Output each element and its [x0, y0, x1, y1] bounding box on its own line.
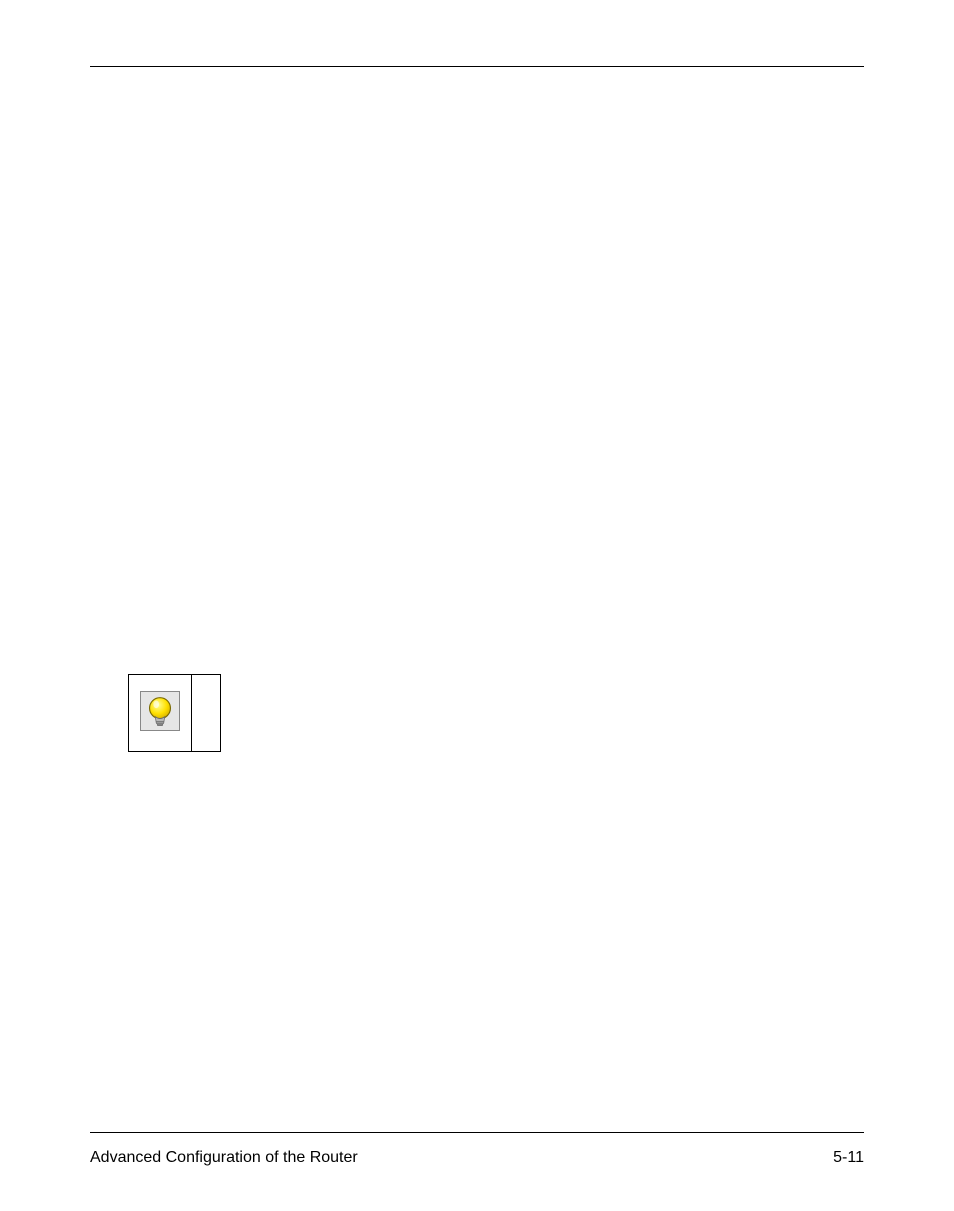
- tip-callout: [128, 674, 221, 752]
- footer-left-text: Advanced Configuration of the Router: [90, 1149, 358, 1167]
- tip-text-cell: [192, 675, 221, 752]
- page-footer: Advanced Configuration of the Router 5-1…: [90, 1149, 864, 1167]
- document-page: Advanced Configuration of the Router 5-1…: [0, 66, 954, 1211]
- lightbulb-icon: [140, 691, 180, 731]
- bottom-horizontal-rule: [90, 1132, 864, 1133]
- tip-icon-cell: [129, 675, 192, 752]
- top-horizontal-rule: [90, 66, 864, 67]
- footer-page-number: 5-11: [833, 1149, 864, 1167]
